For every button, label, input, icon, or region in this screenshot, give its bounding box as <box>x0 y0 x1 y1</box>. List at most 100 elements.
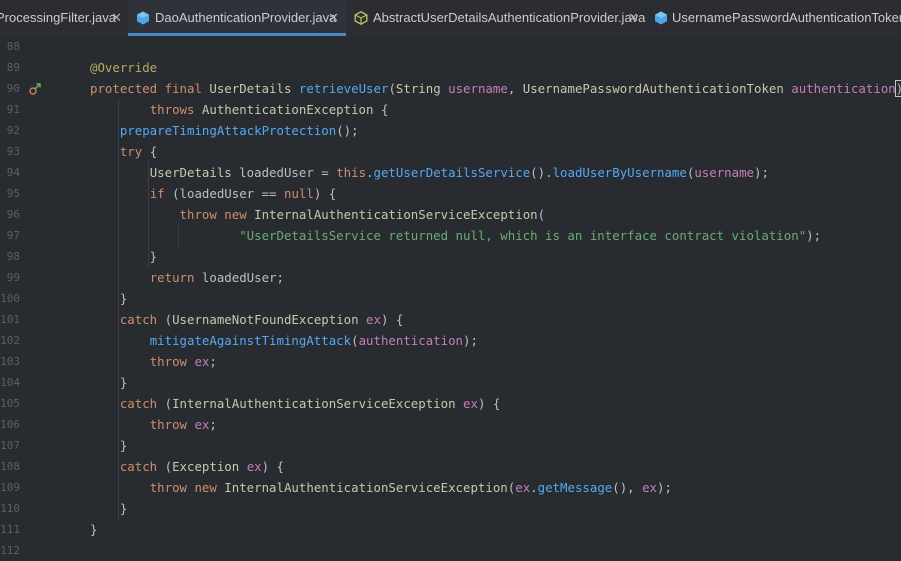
code-token: new <box>224 207 255 222</box>
line-number: 112 <box>0 544 20 557</box>
line-number: 89 <box>6 61 20 74</box>
code-text: } <box>90 435 127 456</box>
code-token: , <box>507 81 523 96</box>
code-token: @Override <box>90 60 158 75</box>
code-token: ); <box>657 480 672 495</box>
code-line[interactable]: 99 return loadedUser; <box>0 267 901 288</box>
code-line[interactable]: 91 throws AuthenticationException { <box>0 99 901 120</box>
tab-username-password-token[interactable]: UsernamePasswordAuthenticationToken.java <box>644 0 901 36</box>
code-token: UserDetails <box>209 81 299 96</box>
code-token: return <box>149 270 202 285</box>
tab-abstract-user-details-provider[interactable]: AbstractUserDetailsAuthenticationProvide… <box>346 0 645 36</box>
code-text: try { <box>90 141 157 162</box>
code-line[interactable]: 103 throw ex; <box>0 351 901 372</box>
code-line[interactable]: 106 throw ex; <box>0 414 901 435</box>
close-icon[interactable]: ✕ <box>328 0 339 36</box>
tab-processing-filter[interactable]: ProcessingFilter.java ✕ <box>0 0 128 36</box>
line-number: 111 <box>0 523 20 536</box>
tab-label: ProcessingFilter.java <box>0 10 116 25</box>
line-number: 95 <box>6 187 20 200</box>
line-number: 104 <box>0 376 20 389</box>
code-token: catch <box>119 396 165 411</box>
code-line[interactable]: 105 catch (InternalAuthenticationService… <box>0 393 901 414</box>
code-text: catch (UsernameNotFoundException ex) { <box>90 309 404 330</box>
code-token: ) { <box>477 396 501 411</box>
code-token: InternalAuthenticationServiceException <box>254 207 538 222</box>
code-token: ) { <box>380 312 404 327</box>
code-text: } <box>90 498 127 519</box>
code-line[interactable]: 101 catch (UsernameNotFoundException ex)… <box>0 309 901 330</box>
code-token: (). <box>530 165 553 180</box>
code-text: } <box>90 288 127 309</box>
code-line[interactable]: 88 <box>0 36 901 57</box>
line-number: 93 <box>6 145 20 158</box>
line-number: 96 <box>6 208 20 221</box>
code-line[interactable]: 112 <box>0 540 901 561</box>
code-line[interactable]: 110 } <box>0 498 901 519</box>
code-editor[interactable]: 88 89 @Override 90 protected final UserDetai… <box>0 36 901 560</box>
code-token: null <box>283 186 314 201</box>
code-token: getMessage <box>537 480 613 495</box>
code-text: @Override <box>90 57 157 78</box>
code-line[interactable]: 109 throw new InternalAuthenticationServ… <box>0 477 901 498</box>
line-number: 98 <box>6 250 20 263</box>
code-line[interactable]: 98 } <box>0 246 901 267</box>
code-line[interactable]: 108 catch (Exception ex) { <box>0 456 901 477</box>
code-token: ) { <box>261 459 284 474</box>
code-text: catch (Exception ex) { <box>90 456 284 477</box>
code-text: } <box>90 372 127 393</box>
override-icon[interactable] <box>28 82 42 96</box>
close-icon[interactable]: ✕ <box>628 0 639 36</box>
code-line[interactable]: 102 mitigateAgainstTimingAttack(authenti… <box>0 330 901 351</box>
line-number: 100 <box>0 292 20 305</box>
code-token: } <box>90 522 98 537</box>
close-icon[interactable]: ✕ <box>111 0 122 36</box>
code-text: if (loadedUser == null) { <box>90 183 337 204</box>
code-token: try <box>119 144 150 159</box>
line-number: 91 <box>6 103 20 116</box>
code-text: protected final UserDetails retrieveUser… <box>90 78 901 99</box>
code-line[interactable]: 89 @Override <box>0 57 901 78</box>
class-icon <box>137 11 149 25</box>
code-token: username <box>448 81 508 96</box>
code-token: mitigateAgainstTimingAttack <box>149 333 352 348</box>
code-text: return loadedUser; <box>90 267 284 288</box>
code-line[interactable]: 90 protected final UserDetails retrieveUs… <box>0 78 901 99</box>
code-line[interactable]: 95 if (loadedUser == null) { <box>0 183 901 204</box>
code-text: catch (InternalAuthenticationServiceExce… <box>90 393 500 414</box>
code-token: authentication <box>358 333 464 348</box>
code-token: } <box>90 249 158 264</box>
code-line[interactable]: 104 } <box>0 372 901 393</box>
code-line[interactable]: 100 } <box>0 288 901 309</box>
code-token: throw <box>179 207 225 222</box>
code-line[interactable]: 97 "UserDetailsService returned null, wh… <box>0 225 901 246</box>
code-token: ( <box>351 333 359 348</box>
code-token: ( <box>537 207 546 222</box>
code-text: "UserDetailsService returned null, which… <box>90 225 821 246</box>
code-token: loadUserByUsername <box>552 165 687 180</box>
line-number: 106 <box>0 418 20 431</box>
code-text: mitigateAgainstTimingAttack(authenticati… <box>90 330 478 351</box>
tab-dao-authentication-provider[interactable]: DaoAuthenticationProvider.java ✕ <box>128 0 346 36</box>
code-token: throws <box>149 102 202 117</box>
code-token: authentication <box>791 81 896 96</box>
line-number: 97 <box>6 229 20 242</box>
line-number: 99 <box>6 271 20 284</box>
code-line[interactable]: 92 prepareTimingAttackProtection(); <box>0 120 901 141</box>
code-token: ); <box>754 165 769 180</box>
code-token: protected <box>90 81 165 96</box>
code-line[interactable]: 96 throw new InternalAuthenticationServi… <box>0 204 901 225</box>
code-line[interactable]: 94 UserDetails loadedUser = this.getUser… <box>0 162 901 183</box>
line-number: 108 <box>0 460 20 473</box>
code-token: ex <box>366 312 381 327</box>
code-line[interactable]: 107 } <box>0 435 901 456</box>
code-line[interactable]: 111} <box>0 519 901 540</box>
code-token: String <box>395 81 449 96</box>
tab-label: UsernamePasswordAuthenticationToken.java <box>672 10 901 25</box>
code-line[interactable]: 93 try { <box>0 141 901 162</box>
